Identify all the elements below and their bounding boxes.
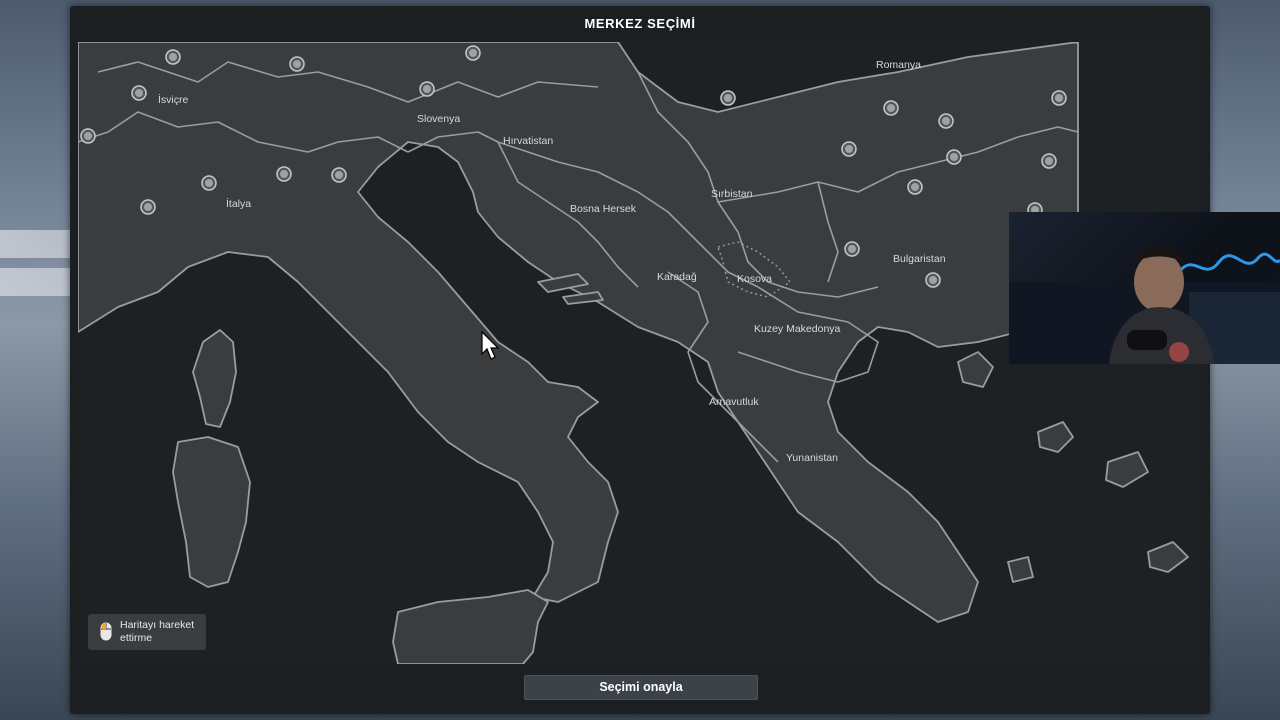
city-marker[interactable] [131,85,147,101]
country-label-isvicre: İsviçre [158,93,188,106]
city-marker[interactable] [1051,90,1067,106]
city-marker[interactable] [844,241,860,257]
city-marker[interactable] [465,45,481,61]
city-marker[interactable] [140,199,156,215]
greek-island [1007,556,1034,583]
city-marker[interactable] [276,166,292,182]
greek-island [1105,451,1149,488]
city-marker[interactable] [80,128,96,144]
country-label-karadag: Karadağ [657,271,697,283]
city-marker[interactable] [841,141,857,157]
city-marker[interactable] [165,49,181,65]
country-label-slovenya: Slovenya [417,113,460,125]
greek-island [1037,421,1074,453]
country-label-bosna-hersek: Bosna Hersek [570,203,637,215]
country-label-arnavutluk: Arnavutluk [709,396,759,408]
country-label-sirbistan: Sırbistan [711,188,753,200]
hint-text: Haritayı hareket ettirme [120,619,195,644]
city-marker[interactable] [1041,153,1057,169]
city-marker[interactable] [938,113,954,129]
city-marker[interactable] [419,81,435,97]
greek-island [957,351,994,388]
country-label-yunanistan: Yunanistan [786,452,838,464]
city-marker[interactable] [289,56,305,72]
city-marker[interactable] [925,272,941,288]
country-label-italya: İtalya [226,197,251,210]
dialog-title: MERKEZ SEÇİMİ [584,16,696,31]
city-marker[interactable] [720,90,736,106]
corsica-landmass [192,329,237,428]
mouse-cursor [481,331,500,360]
city-marker[interactable] [946,149,962,165]
confirm-selection-button[interactable]: Seçimi onayla [524,675,758,700]
city-marker[interactable] [883,100,899,116]
map-drag-hint: Haritayı hareket ettirme [88,614,206,650]
city-marker[interactable] [201,175,217,191]
country-label-kuzey-makedonya: Kuzey Makedonya [754,323,841,335]
sicily-landmass [392,589,549,664]
greek-island [1147,541,1189,573]
mouse-icon [100,622,112,641]
sardinia-landmass [172,436,251,588]
country-label-bulgaristan: Bulgaristan [893,253,946,265]
country-label-hirvatistan: Hırvatistan [503,135,553,147]
city-marker[interactable] [331,167,347,183]
country-label-romanya: Romanya [876,59,921,71]
webcam-overlay [1009,212,1280,364]
city-marker[interactable] [907,179,923,195]
country-label-kosova: Kosova [737,273,772,285]
